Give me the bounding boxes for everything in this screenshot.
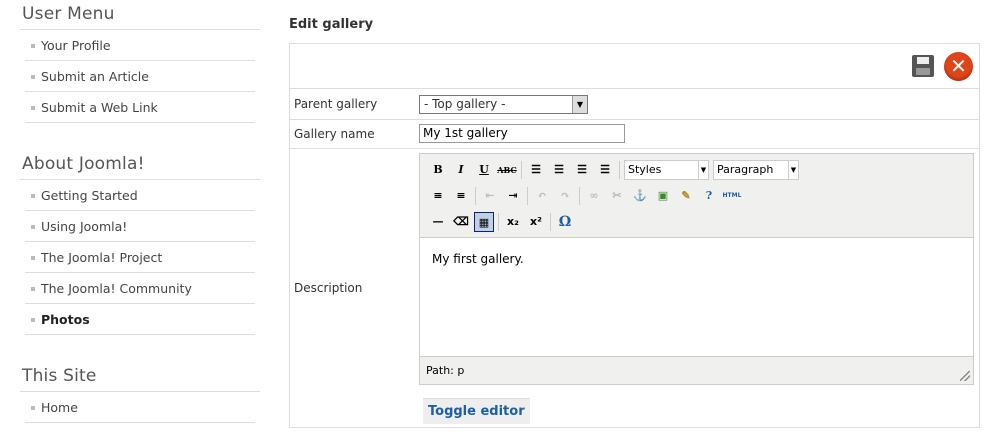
bullet-icon bbox=[31, 224, 35, 229]
link-icon[interactable]: ∞ bbox=[584, 186, 604, 206]
menu-item-joomla-project[interactable]: The Joomla! Project bbox=[25, 242, 255, 273]
user-menu-module: User Menu Your Profile Submit an Article… bbox=[20, 0, 260, 123]
separator bbox=[475, 187, 476, 205]
anchor-icon[interactable]: ⚓ bbox=[630, 186, 650, 206]
editor-content[interactable]: My first gallery. bbox=[420, 238, 973, 356]
separator bbox=[579, 187, 580, 205]
numbered-list-icon[interactable]: ≡ bbox=[451, 186, 471, 206]
underline-icon[interactable]: U bbox=[474, 160, 494, 180]
resize-handle-icon[interactable] bbox=[960, 371, 970, 381]
horizontal-rule-icon[interactable]: — bbox=[428, 212, 448, 232]
align-left-icon[interactable]: ☰ bbox=[526, 160, 546, 180]
html-icon[interactable]: HTML bbox=[722, 186, 742, 206]
gallery-name-input[interactable]: My 1st gallery bbox=[419, 124, 625, 143]
redo-icon[interactable]: ↷ bbox=[555, 186, 575, 206]
chevron-down-icon: ▼ bbox=[788, 161, 798, 179]
about-menu: Getting Started Using Joomla! The Joomla… bbox=[25, 180, 255, 335]
element-path: Path: p bbox=[426, 364, 465, 377]
save-icon[interactable] bbox=[912, 55, 934, 77]
visual-aid-icon[interactable]: ▦ bbox=[474, 212, 494, 232]
italic-icon[interactable]: I bbox=[451, 160, 471, 180]
separator bbox=[521, 161, 522, 179]
about-joomla-module: About Joomla! Getting Started Using Joom… bbox=[20, 150, 260, 335]
bullet-icon bbox=[31, 317, 35, 322]
special-character-icon[interactable]: Ω bbox=[555, 212, 575, 232]
sidebar: User Menu Your Profile Submit an Article… bbox=[20, 0, 260, 423]
bullet-icon bbox=[31, 286, 35, 291]
align-center-icon[interactable]: ☰ bbox=[549, 160, 569, 180]
menu-item-using-joomla[interactable]: Using Joomla! bbox=[25, 211, 255, 242]
menu-item-your-profile[interactable]: Your Profile bbox=[25, 30, 255, 61]
separator bbox=[527, 187, 528, 205]
bullet-list-icon[interactable]: ≡ bbox=[428, 186, 448, 206]
gallery-name-row: Gallery name My 1st gallery bbox=[290, 120, 979, 149]
bullet-icon bbox=[31, 255, 35, 260]
image-icon[interactable]: ▣ bbox=[653, 186, 673, 206]
outdent-icon[interactable]: ⇤ bbox=[480, 186, 500, 206]
styles-select[interactable]: Styles ▼ bbox=[624, 160, 709, 180]
menu-item-getting-started[interactable]: Getting Started bbox=[25, 180, 255, 211]
editor-status-bar: Path: p bbox=[420, 356, 973, 384]
module-title: This Site bbox=[20, 362, 260, 392]
page-title: Edit gallery bbox=[289, 17, 374, 32]
undo-icon[interactable]: ↶ bbox=[532, 186, 552, 206]
bullet-icon bbox=[31, 193, 35, 198]
bullet-icon bbox=[31, 405, 35, 410]
superscript-icon[interactable]: x² bbox=[526, 212, 546, 232]
eraser-icon[interactable]: ⌫ bbox=[451, 212, 471, 232]
cleanup-icon[interactable]: ✎ bbox=[676, 186, 696, 206]
strikethrough-icon[interactable]: ABC bbox=[497, 160, 517, 180]
description-row: Description B I U ABC ☰ ☰ ☰ ☰ Styles ▼ P… bbox=[290, 149, 979, 427]
editor-toolbar: B I U ABC ☰ ☰ ☰ ☰ Styles ▼ Paragraph ▼ ≡… bbox=[420, 154, 973, 238]
chevron-down-icon: ▼ bbox=[572, 96, 587, 113]
separator bbox=[550, 213, 551, 231]
menu-item-home[interactable]: Home bbox=[25, 392, 255, 423]
parent-gallery-row: Parent gallery - Top gallery - ▼ bbox=[290, 89, 979, 120]
toggle-editor-button[interactable]: Toggle editor bbox=[423, 398, 530, 424]
align-right-icon[interactable]: ☰ bbox=[572, 160, 592, 180]
this-site-module: This Site Home bbox=[20, 362, 260, 423]
gallery-name-label: Gallery name bbox=[294, 127, 375, 141]
menu-item-submit-article[interactable]: Submit an Article bbox=[25, 61, 255, 92]
close-icon[interactable]: ✕ bbox=[944, 52, 973, 81]
bullet-icon bbox=[31, 105, 35, 110]
separator bbox=[619, 161, 620, 179]
bullet-icon bbox=[31, 74, 35, 79]
module-title: User Menu bbox=[20, 0, 260, 30]
form-toolbar: ✕ bbox=[290, 44, 979, 89]
module-title: About Joomla! bbox=[20, 150, 260, 180]
parent-gallery-label: Parent gallery bbox=[294, 97, 378, 111]
help-icon[interactable]: ? bbox=[699, 186, 719, 206]
description-label: Description bbox=[294, 281, 363, 295]
align-justify-icon[interactable]: ☰ bbox=[595, 160, 615, 180]
menu-item-submit-web-link[interactable]: Submit a Web Link bbox=[25, 92, 255, 123]
format-select[interactable]: Paragraph ▼ bbox=[713, 160, 799, 180]
user-menu: Your Profile Submit an Article Submit a … bbox=[25, 30, 255, 123]
rich-text-editor: B I U ABC ☰ ☰ ☰ ☰ Styles ▼ Paragraph ▼ ≡… bbox=[419, 153, 974, 385]
site-menu: Home bbox=[25, 392, 255, 423]
subscript-icon[interactable]: x₂ bbox=[503, 212, 523, 232]
parent-gallery-select[interactable]: - Top gallery - ▼ bbox=[419, 95, 588, 114]
bullet-icon bbox=[31, 43, 35, 48]
menu-item-joomla-community[interactable]: The Joomla! Community bbox=[25, 273, 255, 304]
edit-gallery-form: ✕ Parent gallery - Top gallery - ▼ Galle… bbox=[289, 43, 980, 428]
indent-icon[interactable]: ⇥ bbox=[503, 186, 523, 206]
main-content: Edit gallery ✕ Parent gallery - Top gall… bbox=[289, 0, 981, 428]
menu-item-photos[interactable]: Photos bbox=[25, 304, 255, 335]
bold-icon[interactable]: B bbox=[428, 160, 448, 180]
unlink-icon[interactable]: ✂ bbox=[607, 186, 627, 206]
chevron-down-icon: ▼ bbox=[698, 161, 708, 179]
separator bbox=[498, 213, 499, 231]
